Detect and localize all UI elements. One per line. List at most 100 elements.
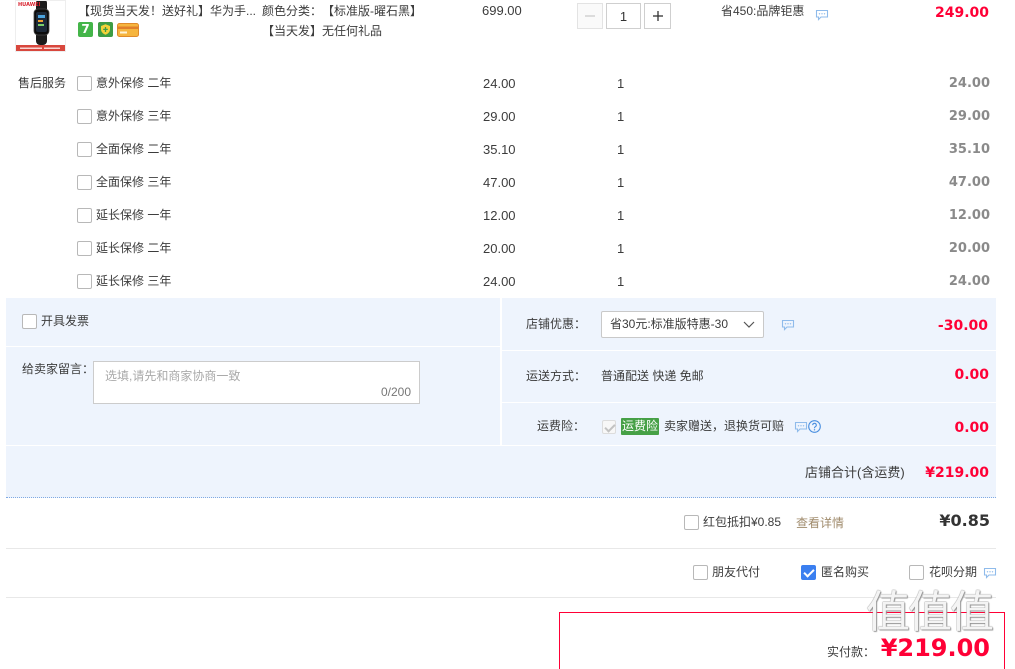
- divider: [6, 597, 996, 598]
- brand-logo: HUAWEI: [18, 2, 41, 8]
- minus-icon: [585, 15, 595, 17]
- message-label: 给卖家留言：: [22, 362, 95, 376]
- product-subtotal: 249.00: [934, 5, 989, 21]
- invoice-label[interactable]: 开具发票: [41, 313, 89, 329]
- store-discount-label: 店铺优惠：: [526, 317, 587, 331]
- service-checkbox[interactable]: [77, 241, 92, 256]
- store-total-label: 店铺合计(含运费): [805, 465, 905, 480]
- seven-day-return-icon: 7: [78, 22, 93, 37]
- service-subtotal: 24.00: [948, 274, 990, 289]
- divider: [6, 548, 996, 549]
- service-subtotal: 47.00: [948, 175, 990, 190]
- decrement-button[interactable]: [577, 3, 603, 29]
- chevron-down-icon: [743, 321, 755, 329]
- product-thumbnail[interactable]: HUAWEI: [15, 0, 66, 52]
- service-checkbox[interactable]: [77, 142, 92, 157]
- service-row: 意外保修 三年 29.00 1 29.00: [0, 100, 1015, 133]
- unit-price: 699.00: [482, 3, 522, 18]
- service-price: 47.00: [483, 175, 516, 190]
- shipping-insurance-checkbox[interactable]: [602, 420, 616, 434]
- service-price: 35.10: [483, 142, 516, 157]
- chat-bubble-icon[interactable]: [815, 9, 829, 21]
- guarantee-icon: [98, 22, 113, 37]
- gift-note: 【当天发】无任何礼品: [262, 24, 383, 38]
- service-row: 延长保修 三年 24.00 1 24.00: [0, 265, 1015, 298]
- service-checkbox[interactable]: [77, 208, 92, 223]
- payment-amount: ¥219.00: [880, 634, 990, 662]
- store-discount-select[interactable]: 省30元:标准版特惠-30: [601, 311, 764, 338]
- friend-pay-label[interactable]: 朋友代付: [712, 564, 760, 580]
- chat-bubble-icon[interactable]: [983, 567, 997, 579]
- increment-button[interactable]: [644, 3, 671, 29]
- promo-text: 省450:品牌钜惠: [721, 4, 805, 18]
- service-subtotal: 20.00: [948, 241, 990, 256]
- message-char-counter: 0/200: [380, 385, 411, 399]
- service-price: 29.00: [483, 109, 516, 124]
- service-subtotal: 35.10: [948, 142, 990, 157]
- shipping-insurance-badge: 运费险: [621, 418, 659, 435]
- service-quantity: 1: [617, 142, 625, 157]
- service-name: 全面保修 二年: [96, 142, 172, 156]
- quantity-input[interactable]: [606, 3, 641, 29]
- service-name: 延长保修 三年: [96, 274, 172, 288]
- service-checkbox[interactable]: [77, 109, 92, 124]
- service-quantity: 1: [617, 208, 625, 223]
- red-packet-label[interactable]: 红包抵扣¥0.85: [703, 514, 781, 530]
- service-name: 意外保修 二年: [96, 76, 172, 90]
- service-name: 全面保修 三年: [96, 175, 172, 189]
- service-subtotal: 24.00: [948, 76, 990, 91]
- service-row: 意外保修 二年 24.00 1 24.00: [0, 67, 1015, 100]
- service-price: 12.00: [483, 208, 516, 223]
- shipping-label: 运送方式：: [526, 369, 587, 383]
- plus-icon: [652, 11, 663, 21]
- red-packet-amount: ¥0.85: [939, 511, 990, 530]
- service-row: 全面保修 二年 35.10 1 35.10: [0, 133, 1015, 166]
- service-checkbox[interactable]: [77, 274, 92, 289]
- shipping-insurance-amount: 0.00: [954, 420, 989, 436]
- installment-label[interactable]: 花呗分期: [929, 564, 977, 580]
- service-row: 延长保修 二年 20.00 1 20.00: [0, 232, 1015, 265]
- red-packet-details-link[interactable]: 查看详情: [796, 515, 844, 531]
- service-checkbox[interactable]: [77, 76, 92, 91]
- service-row: 延长保修 一年 12.00 1 12.00: [0, 199, 1015, 232]
- service-checkbox[interactable]: [77, 175, 92, 190]
- shipping-insurance-desc: 卖家赠送，退换货可赔: [664, 419, 785, 433]
- chat-bubble-icon[interactable]: [794, 421, 808, 433]
- service-row: 全面保修 三年 47.00 1 47.00: [0, 166, 1015, 199]
- anonymous-purchase-checkbox[interactable]: [801, 565, 816, 580]
- installment-checkbox[interactable]: [909, 565, 924, 580]
- card-icon: [117, 23, 139, 37]
- sku-label: 颜色分类：: [262, 4, 323, 18]
- service-price: 24.00: [483, 274, 516, 289]
- friend-pay-checkbox[interactable]: [693, 565, 708, 580]
- service-price: 24.00: [483, 76, 516, 91]
- shipping-method: 普通配送 快递 免邮: [601, 369, 704, 383]
- sku-value: 【标准版-曜石黑】: [322, 4, 422, 18]
- service-name: 延长保修 二年: [96, 241, 172, 255]
- store-discount-selected: 省30元:标准版特惠-30: [610, 317, 729, 331]
- seller-message-box: 0/200: [93, 361, 420, 404]
- store-total-amount: ¥219.00: [925, 465, 989, 481]
- question-circle-icon[interactable]: [808, 420, 821, 433]
- smart-band-image: [16, 1, 65, 51]
- chat-bubble-icon[interactable]: [781, 319, 795, 331]
- service-subtotal: 29.00: [948, 109, 990, 124]
- product-title[interactable]: 【现货当天发！送好礼】华为手...: [78, 3, 256, 19]
- order-confirm-page: HUAWEI 【现货当天发！送好礼】华为手... 7 颜色分类： 【标准版-曜石…: [0, 0, 1015, 669]
- service-quantity: 1: [617, 175, 625, 190]
- service-subtotal: 12.00: [948, 208, 990, 223]
- service-name: 意外保修 三年: [96, 109, 172, 123]
- invoice-checkbox[interactable]: [22, 314, 37, 329]
- service-quantity: 1: [617, 76, 625, 91]
- service-quantity: 1: [617, 274, 625, 289]
- service-name: 延长保修 一年: [96, 208, 172, 222]
- seller-message-input[interactable]: [94, 362, 419, 403]
- store-discount-amount: -30.00: [937, 318, 988, 334]
- payment-label: 实付款：: [827, 645, 876, 659]
- shipping-insurance-label: 运费险：: [537, 419, 586, 433]
- shipping-amount: 0.00: [954, 367, 989, 383]
- red-packet-checkbox[interactable]: [684, 515, 699, 530]
- service-quantity: 1: [617, 241, 625, 256]
- service-quantity: 1: [617, 109, 625, 124]
- anonymous-purchase-label[interactable]: 匿名购买: [821, 564, 869, 580]
